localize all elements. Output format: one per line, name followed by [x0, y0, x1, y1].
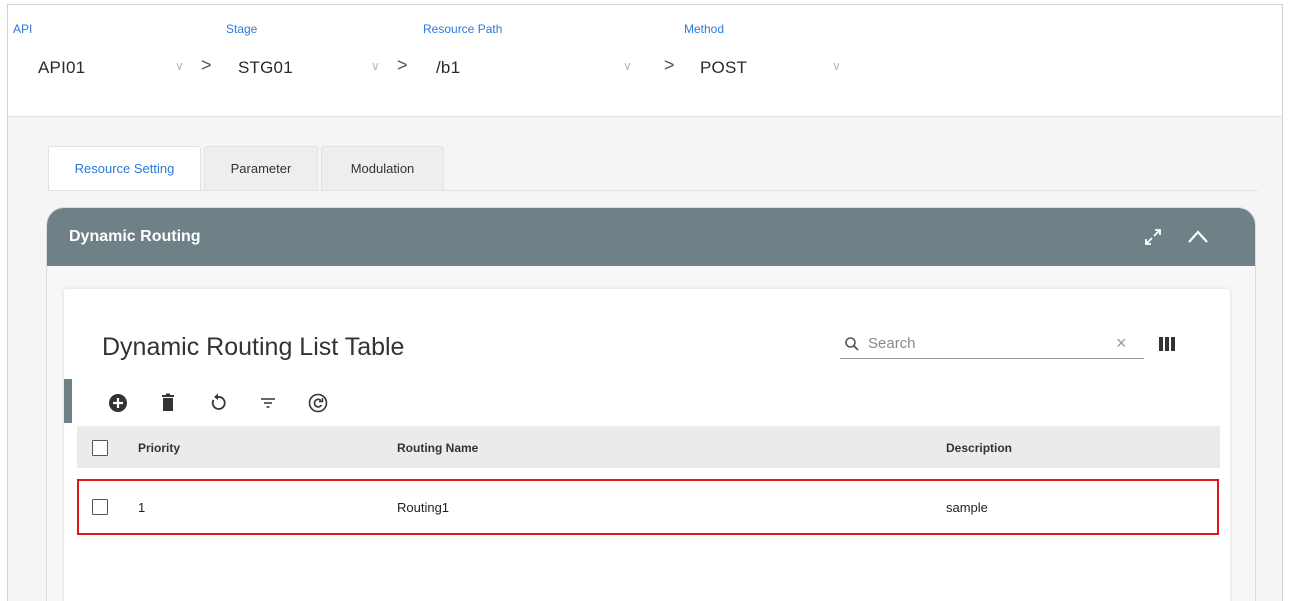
search-icon [845, 337, 859, 351]
table-row[interactable]: 1 Routing1 sample [77, 479, 1219, 535]
expand-icon[interactable] [1142, 226, 1164, 248]
columns-icon[interactable] [1159, 337, 1175, 351]
toolbar-accent-bar [64, 379, 72, 423]
chevron-down-icon[interactable]: ∨ [832, 59, 841, 73]
dynamic-routing-panel: Dynamic Routing Dynamic Routing List Tab… [46, 207, 1256, 601]
panel-header: Dynamic Routing [47, 208, 1255, 266]
table-header: Priority Routing Name Description [77, 426, 1220, 468]
panel-body: Dynamic Routing List Table × [47, 266, 1255, 601]
refresh-icon[interactable] [207, 392, 229, 414]
method-selector[interactable]: Method POST ∨ [684, 5, 884, 105]
tab-resource-setting[interactable]: Resource Setting [48, 146, 201, 190]
method-value: POST [700, 58, 748, 77]
clear-icon[interactable]: × [1116, 334, 1127, 352]
select-all-checkbox[interactable] [92, 440, 108, 456]
column-header-priority[interactable]: Priority [138, 441, 180, 455]
column-header-routing-name[interactable]: Routing Name [397, 441, 478, 455]
add-circle-icon[interactable] [107, 392, 129, 414]
tab-modulation[interactable]: Modulation [321, 146, 444, 190]
api-selector[interactable]: API API01 ∨ [13, 5, 193, 105]
search-box: × [840, 327, 1144, 359]
stage-label: Stage [226, 22, 258, 36]
stage-value: STG01 [238, 58, 293, 77]
chevron-up-icon[interactable] [1185, 224, 1211, 250]
table-card: Dynamic Routing List Table × [64, 289, 1230, 601]
panel-title: Dynamic Routing [69, 228, 201, 245]
breadcrumb-separator: > [201, 55, 212, 75]
table-title: Dynamic Routing List Table [102, 333, 405, 361]
breadcrumb-separator: > [664, 55, 675, 75]
resource-path-selector[interactable]: Resource Path /b1 ∨ [423, 5, 653, 105]
breadcrumb-separator: > [397, 55, 408, 75]
resource-path-label: Resource Path [423, 22, 503, 36]
chevron-down-icon[interactable]: ∨ [175, 59, 184, 73]
chevron-down-icon[interactable]: ∨ [623, 59, 632, 73]
api-label: API [13, 22, 33, 36]
app-frame: API API01 ∨ > Stage STG01 ∨ > Resource P… [7, 4, 1283, 601]
search-input[interactable] [868, 331, 1108, 355]
cell-description: sample [946, 500, 988, 515]
chevron-down-icon[interactable]: ∨ [371, 59, 380, 73]
api-value: API01 [38, 58, 86, 77]
trash-icon[interactable] [157, 392, 179, 414]
column-header-description[interactable]: Description [946, 441, 1012, 455]
reset-circle-icon[interactable] [307, 392, 329, 414]
resource-path-value: /b1 [436, 58, 461, 77]
method-label: Method [684, 22, 725, 36]
filter-icon[interactable] [257, 392, 279, 414]
cell-routing-name: Routing1 [397, 500, 450, 515]
row-checkbox[interactable] [92, 499, 108, 515]
tab-bar: Resource Setting Parameter Modulation [48, 146, 1258, 191]
tab-parameter[interactable]: Parameter [204, 146, 318, 190]
breadcrumb: API API01 ∨ > Stage STG01 ∨ > Resource P… [8, 5, 1282, 117]
stage-selector[interactable]: Stage STG01 ∨ [226, 5, 396, 105]
cell-priority: 1 [138, 500, 146, 515]
